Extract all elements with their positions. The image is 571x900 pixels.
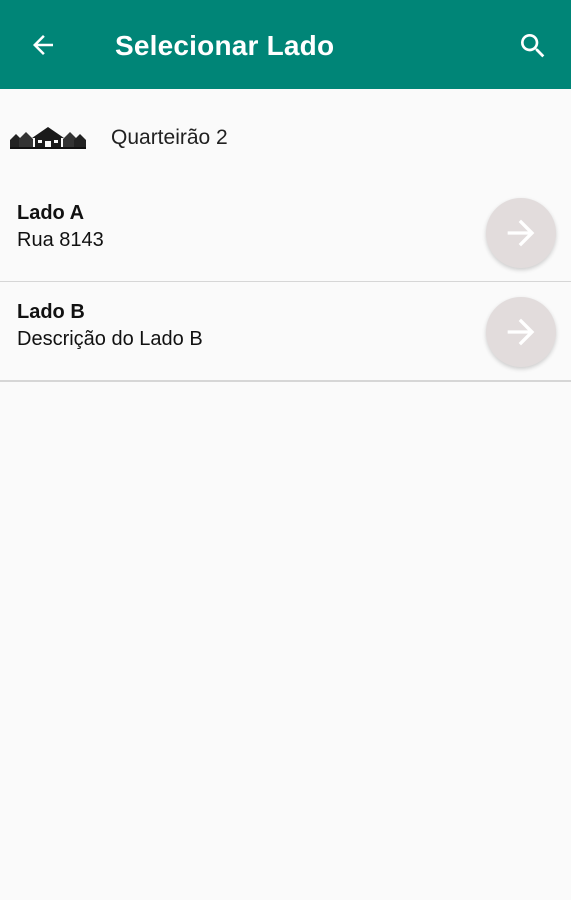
open-side-button[interactable] [486,198,556,268]
side-name: Lado B [17,301,85,323]
side-description: Descrição do Lado B [17,328,203,350]
back-button[interactable] [22,24,64,66]
app-bar: Selecionar Lado [0,0,571,89]
block-header: Quarteirão 2 [0,110,571,166]
search-button[interactable] [513,26,553,66]
arrow-left-icon [33,35,53,55]
arrow-right-icon [507,318,535,346]
open-side-button[interactable] [486,297,556,367]
search-icon [521,34,545,58]
page-title: Selecionar Lado [115,30,335,61]
list-item[interactable]: Lado A Rua 8143 [0,183,571,283]
block-name: Quarteirão 2 [111,126,228,149]
arrow-right-icon [507,219,535,247]
side-description: Rua 8143 [17,229,104,251]
list-item[interactable]: Lado B Descrição do Lado B [0,282,571,382]
side-name: Lado A [17,202,85,224]
app-screen: Selecionar Lado Quarteirão 2 Lado A Rua … [0,0,571,900]
houses-icon [10,127,86,149]
